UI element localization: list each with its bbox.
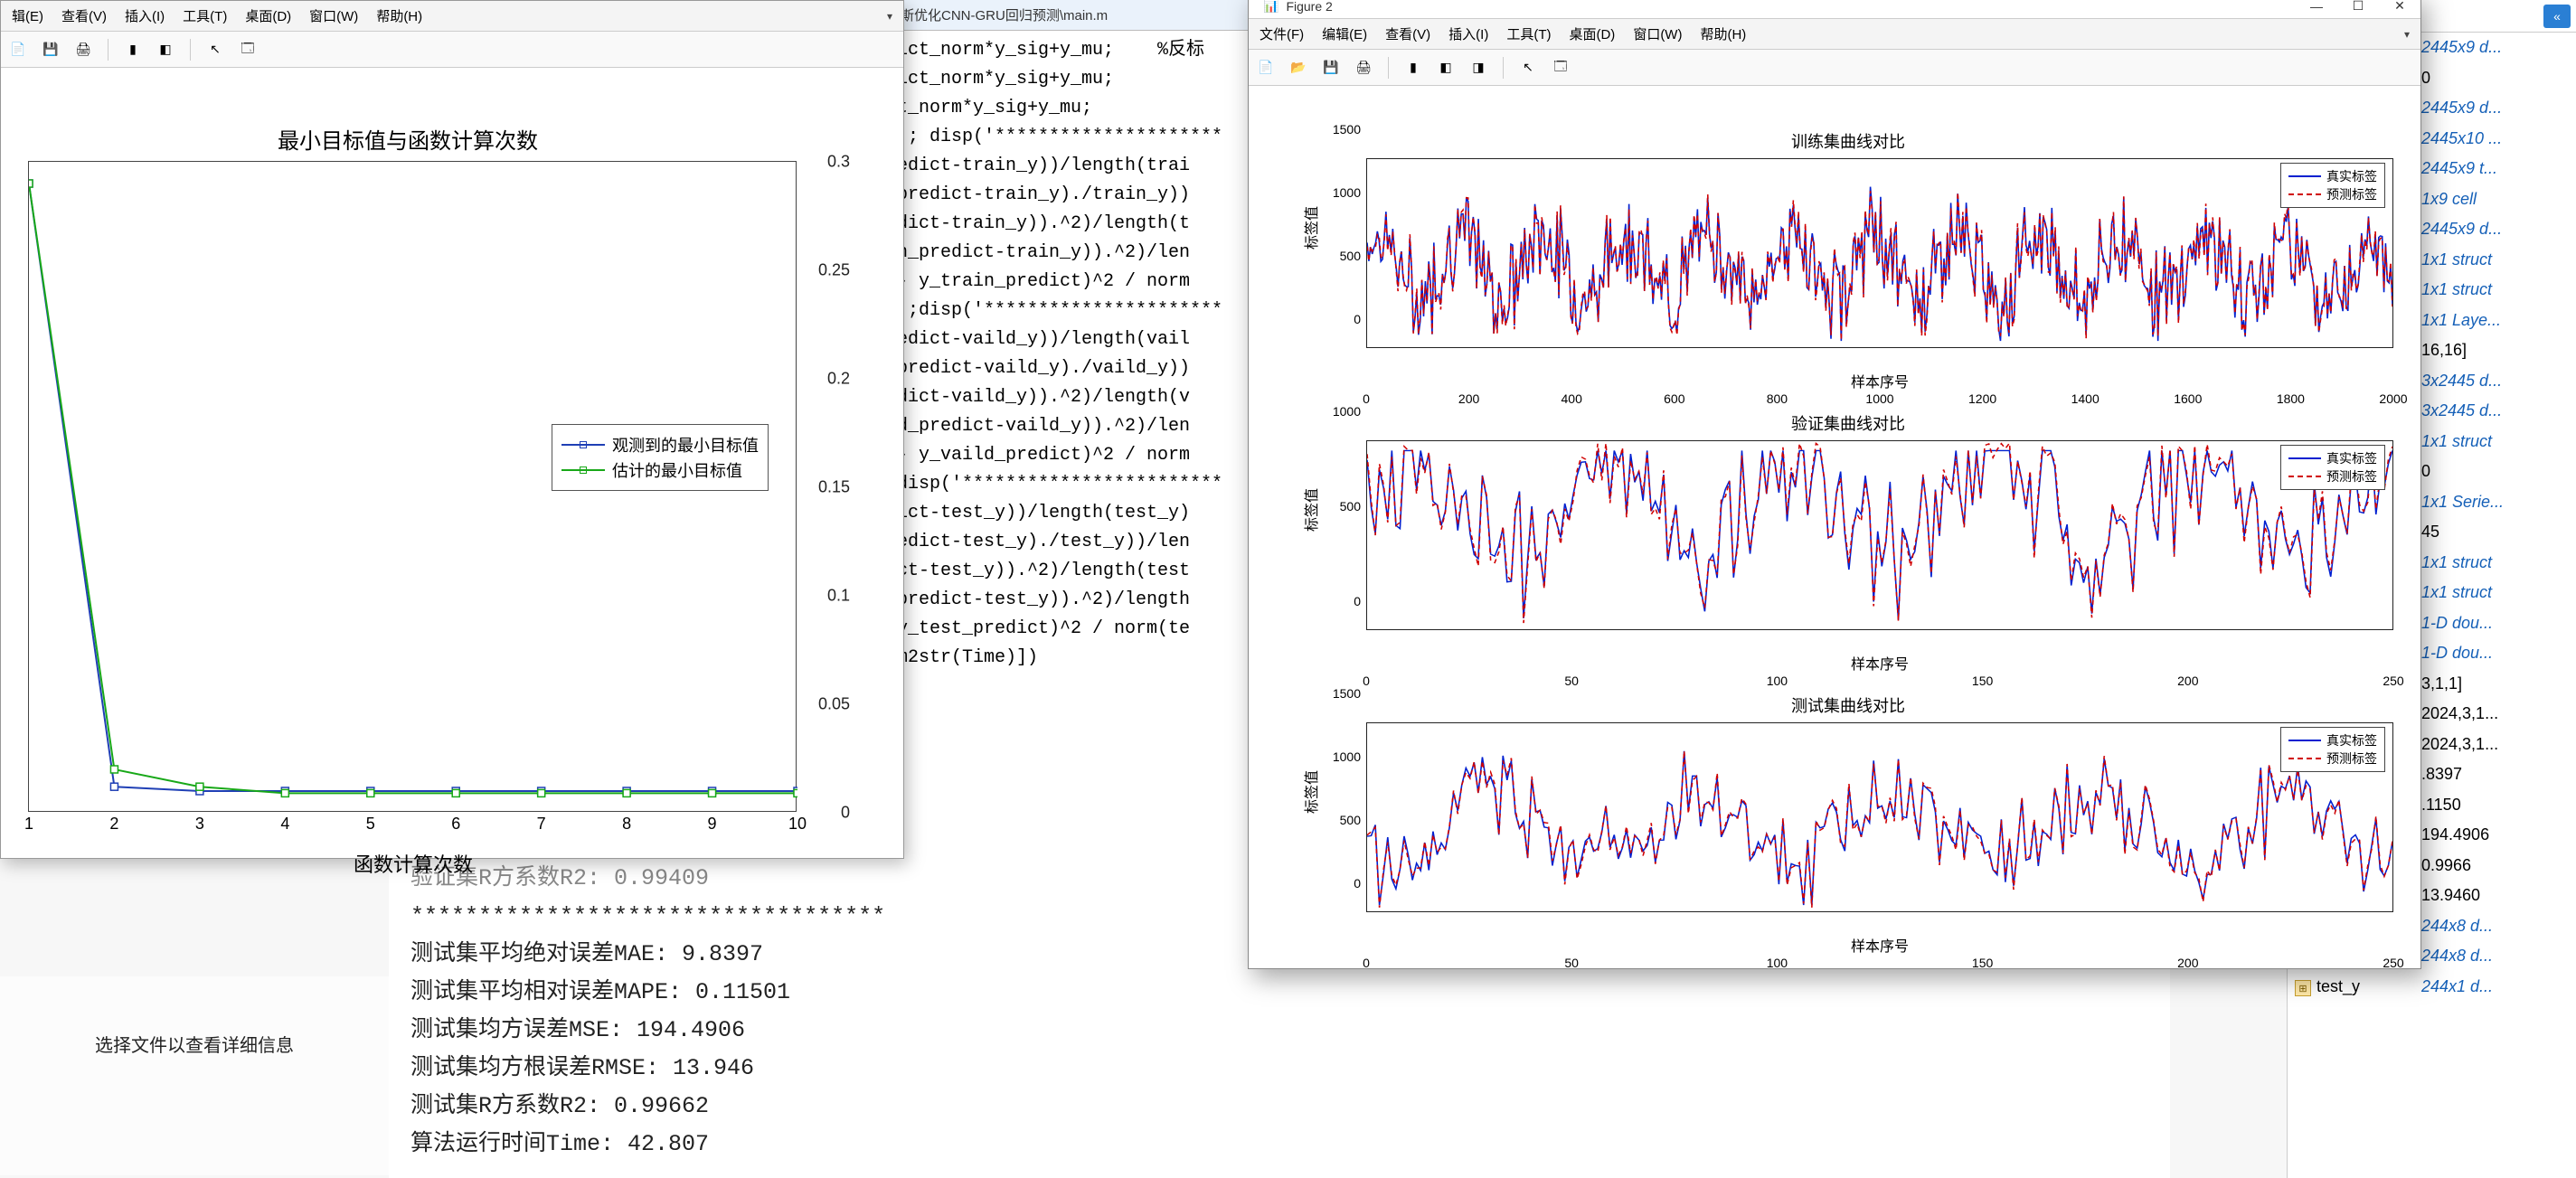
toolbar-separator: [190, 39, 191, 61]
chart-train-ylabel: 标签值: [1299, 206, 1321, 250]
print-icon[interactable]: 🖨: [71, 38, 95, 61]
chart-train[interactable]: 训练集曲线对比 标签值 050010001500 真实标签 预测标签 02004…: [1303, 129, 2393, 391]
dock-right-icon[interactable]: ◨: [1467, 56, 1490, 80]
save-icon[interactable]: 💾: [39, 38, 62, 61]
figure2-app-icon: 📊: [1263, 0, 1279, 14]
menu-tools[interactable]: 工具(T): [177, 4, 232, 28]
toolbar-separator: [108, 39, 109, 61]
figure2-toolbar[interactable]: 📄 📂 💾 🖨 ▮ ◧ ◨ ↖ 🗔: [1249, 50, 2420, 86]
toolbar-separator: [1503, 57, 1504, 79]
chart-train-xticks: 0200400600800100012001400160018002000: [1366, 391, 2393, 411]
figure1-menubar[interactable]: 辑(E) 查看(V) 插入(I) 工具(T) 桌面(D) 窗口(W) 帮助(H)…: [1, 1, 903, 32]
editor-code[interactable]: ict_norm*y_sig+y_mu; %反标 ict_norm*y_sig+…: [897, 36, 1263, 723]
chart-test-box[interactable]: 真实标签 预测标签: [1366, 722, 2393, 912]
pointer-icon[interactable]: ↖: [203, 38, 227, 61]
chart-train-svg: [1367, 159, 2392, 347]
chart-train-xlabel: 样本序号: [1366, 370, 2393, 391]
new-figure-icon[interactable]: 📄: [6, 38, 30, 61]
menu-help[interactable]: 帮助(H): [371, 4, 428, 28]
menu-tools[interactable]: 工具(T): [1501, 22, 1556, 46]
chart-test-xlabel: 样本序号: [1366, 934, 2393, 956]
menu-window[interactable]: 窗口(W): [1628, 22, 1687, 46]
chart-train-title: 训练集曲线对比: [1303, 129, 2393, 153]
minimize-button[interactable]: —: [2296, 0, 2337, 19]
open-icon[interactable]: 📂: [1287, 56, 1310, 80]
inspect-icon[interactable]: 🗔: [236, 38, 259, 61]
figure1-y-ticks: 00.050.10.150.20.250.3: [799, 162, 850, 813]
menu-edit[interactable]: 编辑(E): [1316, 22, 1373, 46]
dock-split-icon[interactable]: ◧: [154, 38, 177, 61]
workspace-collapse-button[interactable]: «: [2543, 5, 2571, 28]
editor-tab[interactable]: 斯优化CNN-GRU回归预测\main.m: [895, 0, 1267, 31]
print-icon[interactable]: 🖨: [1352, 56, 1375, 80]
menu-insert[interactable]: 插入(I): [119, 4, 170, 28]
chart-valid-yticks: 05001000: [1323, 411, 1363, 601]
figure1-toolbar[interactable]: 📄 💾 🖨 ▮ ◧ ↖ 🗔: [1, 32, 903, 68]
chart-valid-ylabel: 标签值: [1299, 488, 1321, 532]
maximize-button[interactable]: ☐: [2337, 0, 2379, 19]
dock-left-icon[interactable]: ▮: [121, 38, 145, 61]
pointer-icon[interactable]: ↖: [1516, 56, 1540, 80]
menu-desktop[interactable]: 桌面(D): [240, 4, 297, 28]
figure1-axes[interactable]: 最小目标值与函数计算次数 00.050.10.150.20.250.3 1234…: [19, 123, 887, 846]
details-panel: 选择文件以查看详细信息: [0, 976, 389, 1175]
chart-test-yticks: 050010001500: [1323, 693, 1363, 883]
chart-test-title: 测试集曲线对比: [1303, 693, 2393, 717]
dock-left-icon[interactable]: ▮: [1401, 56, 1425, 80]
chart-valid[interactable]: 验证集曲线对比 标签值 05001000 真实标签 预测标签 050100150…: [1303, 411, 2393, 674]
figure2-titlebar[interactable]: 📊 Figure 2 — ☐ ✕: [1249, 0, 2420, 19]
details-placeholder: 选择文件以查看详细信息: [95, 1031, 294, 1057]
chart-legend[interactable]: 真实标签 预测标签: [2280, 445, 2385, 490]
chart-test[interactable]: 测试集曲线对比 标签值 050010001500 真实标签 预测标签 05010…: [1303, 693, 2393, 956]
chart-valid-svg: [1367, 441, 2392, 629]
chart-valid-title: 验证集曲线对比: [1303, 411, 2393, 435]
menu-view[interactable]: 查看(V): [1380, 22, 1436, 46]
chart-legend[interactable]: 真实标签 预测标签: [2280, 163, 2385, 208]
legend-observed: 观测到的最小目标值: [612, 433, 759, 457]
figure1-axes-box[interactable]: 00.050.10.150.20.250.3 12345678910 函数计算次…: [28, 161, 797, 812]
chart-test-svg: [1367, 723, 2392, 911]
figure1-x-ticks: 12345678910: [29, 815, 797, 842]
chart-valid-xlabel: 样本序号: [1366, 652, 2393, 674]
menubar-overflow-icon[interactable]: ▾: [2399, 25, 2415, 43]
figure1-legend[interactable]: 观测到的最小目标值 估计的最小目标值: [552, 424, 769, 491]
figure2-menubar[interactable]: 文件(F) 编辑(E) 查看(V) 插入(I) 工具(T) 桌面(D) 窗口(W…: [1249, 19, 2420, 50]
menu-edit[interactable]: 辑(E): [6, 4, 49, 28]
menu-window[interactable]: 窗口(W): [304, 4, 363, 28]
editor-panel: 斯优化CNN-GRU回归预测\main.m ict_norm*y_sig+y_m…: [895, 0, 1268, 859]
menubar-overflow-icon[interactable]: ▾: [882, 7, 898, 25]
toolbar-separator: [1388, 57, 1389, 79]
chart-train-box[interactable]: 真实标签 预测标签: [1366, 158, 2393, 348]
chart-valid-box[interactable]: 真实标签 预测标签: [1366, 440, 2393, 630]
new-figure-icon[interactable]: 📄: [1254, 56, 1278, 80]
menu-help[interactable]: 帮助(H): [1694, 22, 1751, 46]
menu-desktop[interactable]: 桌面(D): [1563, 22, 1620, 46]
chart-legend[interactable]: 真实标签 预测标签: [2280, 727, 2385, 772]
command-prompt[interactable]: fx >>: [389, 1173, 2170, 1178]
chart-test-ylabel: 标签值: [1299, 770, 1321, 814]
inspect-icon[interactable]: 🗔: [1549, 56, 1572, 80]
figure1-window[interactable]: 辑(E) 查看(V) 插入(I) 工具(T) 桌面(D) 窗口(W) 帮助(H)…: [0, 0, 904, 859]
figure2-plots: 训练集曲线对比 标签值 050010001500 真实标签 预测标签 02004…: [1303, 129, 2393, 932]
figure1-title: 最小目标值与函数计算次数: [19, 123, 797, 155]
editor-tab-label: 斯优化CNN-GRU回归预测\main.m: [901, 5, 1108, 24]
chart-train-yticks: 050010001500: [1323, 129, 1363, 319]
variable-icon: ⊞: [2295, 980, 2311, 996]
dock-split-icon[interactable]: ◧: [1434, 56, 1458, 80]
chart-valid-xticks: 050100150200250: [1366, 674, 2393, 693]
legend-estimated: 估计的最小目标值: [612, 458, 742, 482]
menu-insert[interactable]: 插入(I): [1443, 22, 1494, 46]
close-button[interactable]: ✕: [2379, 0, 2420, 19]
menu-view[interactable]: 查看(V): [56, 4, 112, 28]
menu-file[interactable]: 文件(F): [1254, 22, 1309, 46]
figure2-title-text: Figure 2: [1286, 0, 1332, 14]
figure1-xlabel: 函数计算次数: [29, 849, 797, 878]
workspace-row[interactable]: ⊞test_y244x1 d...: [2288, 972, 2576, 1003]
chart-test-xticks: 050100150200250: [1366, 956, 2393, 975]
save-icon[interactable]: 💾: [1319, 56, 1343, 80]
figure2-window[interactable]: 📊 Figure 2 — ☐ ✕ 文件(F) 编辑(E) 查看(V) 插入(I)…: [1248, 0, 2421, 969]
